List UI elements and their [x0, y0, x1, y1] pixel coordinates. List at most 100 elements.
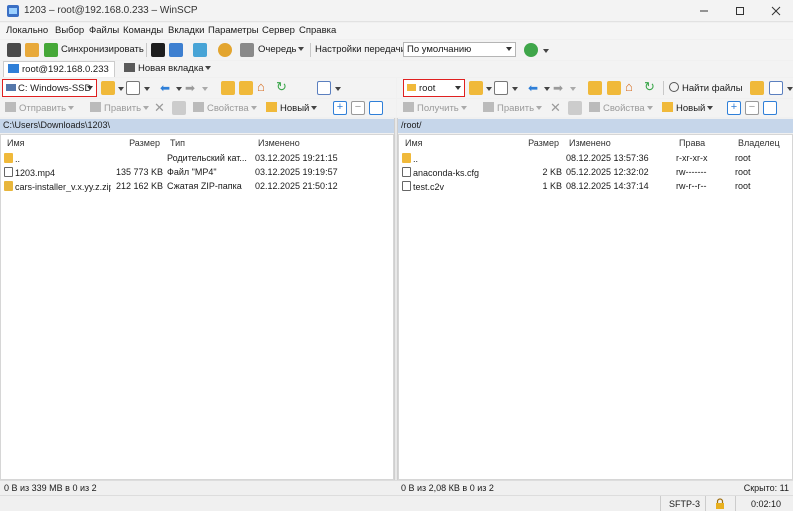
chevron-down-icon[interactable] [787, 87, 793, 91]
synchronize-button[interactable]: Синхронизировать [61, 44, 144, 55]
column-header-name[interactable]: Имя [4, 135, 111, 152]
filter-select-icon[interactable] [369, 101, 383, 115]
column-header-modified[interactable]: Изменено [566, 135, 674, 152]
column-header-size[interactable]: Размер [522, 135, 562, 152]
queue-icon[interactable] [240, 43, 254, 57]
refresh-icon[interactable]: ↻ [644, 79, 655, 95]
table-row[interactable]: cars-installer_v.x.yy.z.zip 212 162 KB С… [4, 180, 390, 194]
chevron-down-icon[interactable] [544, 87, 550, 91]
chevron-down-icon[interactable] [335, 87, 341, 91]
root-dir-icon[interactable] [607, 81, 621, 95]
properties-button[interactable]: Свойства [193, 102, 257, 114]
parent-dir-icon[interactable] [588, 81, 602, 95]
menu-tabs[interactable]: Вкладки [168, 25, 204, 36]
edit-button[interactable]: Править [483, 102, 543, 114]
view-list-icon[interactable] [317, 81, 331, 95]
deselect-minus-icon[interactable]: − [351, 101, 365, 115]
back-arrow-icon[interactable]: ⬅ [160, 81, 170, 95]
hidden-files-count[interactable]: Скрыто: 11 [744, 483, 789, 493]
queue-button[interactable]: Очередь [258, 44, 305, 55]
view-list-icon[interactable] [769, 81, 783, 95]
rename-icon[interactable] [568, 101, 582, 115]
column-header-modified[interactable]: Изменено [255, 135, 345, 152]
right-file-list[interactable]: Имя Размер Изменено Права Владелец .. 08… [398, 134, 793, 480]
rename-icon[interactable] [172, 101, 186, 115]
receive-button[interactable]: Получить [403, 102, 467, 114]
chevron-down-icon[interactable] [144, 87, 150, 91]
table-row[interactable]: .. 08.12.2025 13:57:36 r-xr-xr-x root [402, 152, 790, 166]
tab-new[interactable]: Новая вкладка [120, 61, 215, 77]
menu-server[interactable]: Сервер [262, 25, 295, 36]
open-folder-icon[interactable] [101, 81, 115, 95]
synchronize-icon[interactable] [44, 43, 58, 57]
chevron-down-icon[interactable] [486, 87, 492, 91]
deselect-minus-icon[interactable]: − [745, 101, 759, 115]
menu-files[interactable]: Файлы [89, 25, 119, 36]
remote-dir-select[interactable]: root [403, 79, 465, 97]
menu-help[interactable]: Справка [299, 25, 336, 36]
filter-select-icon[interactable] [763, 101, 777, 115]
column-header-size[interactable]: Размер [111, 135, 163, 152]
filter-icon[interactable] [126, 81, 140, 95]
sync-browse-icon[interactable] [25, 43, 39, 57]
chevron-down-icon[interactable] [512, 87, 518, 91]
find-files-button[interactable]: Найти файлы [669, 82, 743, 94]
new-button[interactable]: Новый [662, 102, 714, 114]
preferences-gear-icon[interactable] [218, 43, 232, 57]
main-toolbar: Синхронизировать Очередь Настройки перед… [0, 40, 793, 60]
select-plus-icon[interactable]: + [727, 101, 741, 115]
chevron-down-icon[interactable] [543, 49, 549, 53]
filter-icon[interactable] [494, 81, 508, 95]
column-header-rights[interactable]: Права [676, 135, 734, 152]
column-header-owner[interactable]: Владелец [735, 135, 791, 152]
refresh-session-icon[interactable] [193, 43, 207, 57]
properties-button[interactable]: Свойства [589, 102, 653, 114]
menu-commands[interactable]: Команды [123, 25, 163, 36]
table-row[interactable]: test.c2v 1 KB 08.12.2025 14:37:14 rw-r--… [402, 180, 790, 194]
separator [660, 496, 661, 511]
close-button[interactable] [759, 0, 793, 22]
putty-icon[interactable] [169, 43, 183, 57]
chevron-down-icon[interactable] [176, 87, 182, 91]
chevron-down-icon[interactable] [570, 87, 576, 91]
delete-icon[interactable]: ✕ [154, 100, 165, 116]
select-plus-icon[interactable]: + [333, 101, 347, 115]
left-file-list[interactable]: Имя Размер Тип Изменено .. Родительский … [0, 134, 394, 480]
forward-arrow-icon[interactable]: ➡ [553, 81, 563, 95]
chevron-down-icon[interactable] [118, 87, 124, 91]
tab-session[interactable]: root@192.168.0.233 [3, 61, 115, 77]
new-button[interactable]: Новый [266, 102, 318, 114]
table-row[interactable]: .. Родительский кат... 03.12.2025 19:21:… [4, 152, 390, 166]
forward-arrow-icon[interactable]: ➡ [185, 81, 195, 95]
menu-local[interactable]: Локально [6, 25, 48, 36]
open-folder-icon[interactable] [469, 81, 483, 95]
edit-button[interactable]: Править [90, 102, 150, 114]
new-folder-icon[interactable] [750, 81, 764, 95]
refresh-icon[interactable]: ↻ [276, 79, 287, 95]
back-arrow-icon[interactable]: ⬅ [528, 81, 538, 95]
table-row[interactable]: 1203.mp4 135 773 KB Файл "MP4" 03.12.202… [4, 166, 390, 180]
send-button[interactable]: Отправить [5, 102, 75, 114]
minimize-icon [700, 10, 708, 12]
right-path-bar[interactable]: /root/ [398, 119, 793, 133]
column-header-type[interactable]: Тип [167, 135, 253, 152]
maximize-button[interactable] [723, 0, 757, 22]
chevron-down-icon[interactable] [202, 87, 208, 91]
terminal-icon[interactable] [151, 43, 165, 57]
transfer-preset-select[interactable]: По умолчанию [403, 42, 516, 57]
drive-select[interactable]: C: Windows-SSD [2, 79, 97, 97]
menu-options[interactable]: Параметры [208, 25, 259, 36]
root-dir-icon[interactable] [239, 81, 253, 95]
separator [146, 43, 147, 57]
table-row[interactable]: anaconda-ks.cfg 2 KB 05.12.2025 12:32:02… [402, 166, 790, 180]
column-header-name[interactable]: Имя [402, 135, 522, 152]
home-icon[interactable]: ⌂ [257, 79, 265, 94]
home-icon[interactable]: ⌂ [625, 79, 633, 94]
globe-update-icon[interactable] [524, 43, 538, 57]
compare-dirs-icon[interactable] [7, 43, 21, 57]
parent-dir-icon[interactable] [221, 81, 235, 95]
menu-select[interactable]: Выбор [55, 25, 84, 36]
minimize-button[interactable] [687, 0, 721, 22]
left-path-bar[interactable]: C:\Users\Downloads\1203\ [0, 119, 394, 133]
delete-icon[interactable]: ✕ [550, 100, 561, 116]
